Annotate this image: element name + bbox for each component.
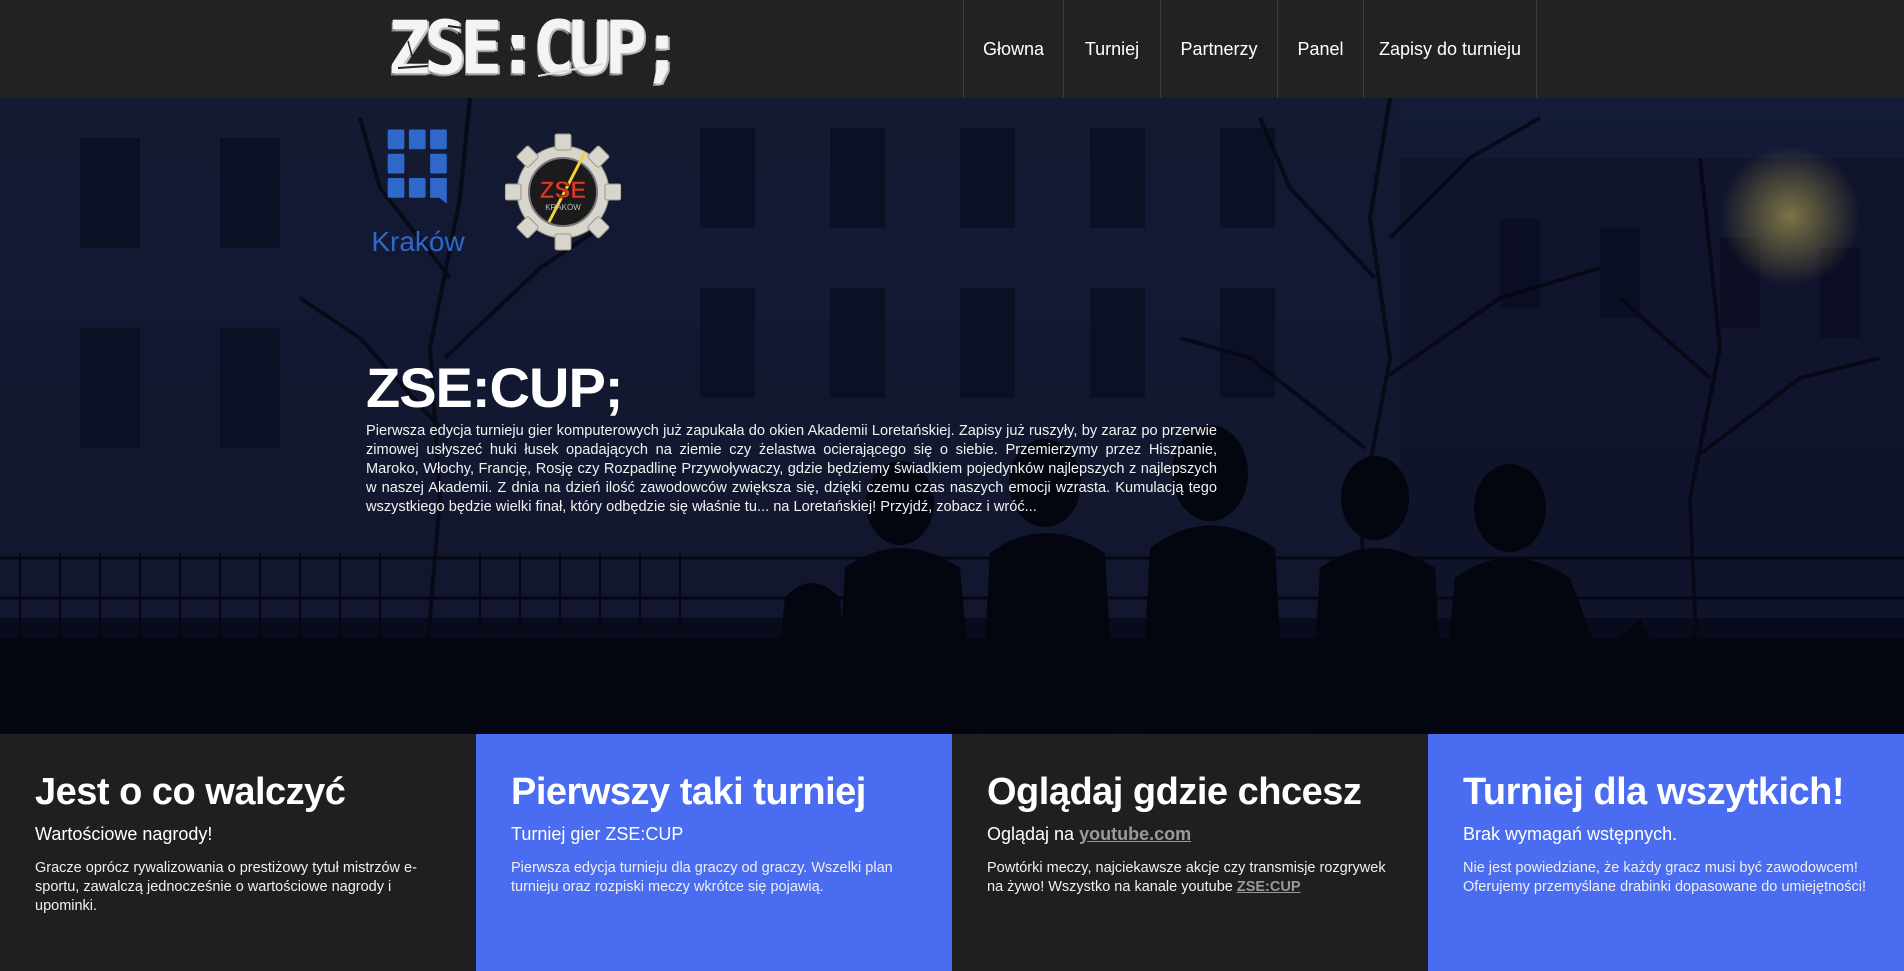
feature-title: Oglądaj gdzie chcesz <box>987 771 1362 813</box>
krakow-logo[interactable] <box>366 128 470 228</box>
nav-item-tournament[interactable]: Turniej <box>1063 0 1160 98</box>
feature-title: Pierwszy taki turniej <box>511 771 866 813</box>
top-navbar: ZSE:CUP; Głowna Turniej Partnerzy Panel … <box>0 0 1904 98</box>
hero-section: Kraków ZSE KRAKÓW ZSE:CUP; Pierwsza edyc… <box>0 98 1904 734</box>
feature-text-body: Powtórki meczy, najciekawsze akcje czy t… <box>987 859 1386 895</box>
feature-subtitle: Brak wymagań wstępnych. <box>1463 823 1678 844</box>
nav-item-partners[interactable]: Partnerzy <box>1160 0 1277 98</box>
feature-for-everyone: Turniej dla wszytkich! Brak wymagań wstę… <box>1428 734 1904 971</box>
feature-text: Gracze oprócz rywalizowania o prestiżowy… <box>35 859 417 914</box>
main-nav: Głowna Turniej Partnerzy Panel Zapisy do… <box>963 0 1537 98</box>
nav-label: Panel <box>1297 38 1344 59</box>
hero-background-image <box>0 98 1904 734</box>
feature-watch: Oglądaj gdzie chcesz Oglądaj na youtube.… <box>952 734 1428 971</box>
nav-label: Głowna <box>982 38 1045 59</box>
feature-prizes: Jest o co walczyć Wartościowe nagrody! G… <box>0 734 476 971</box>
nav-item-panel[interactable]: Panel <box>1277 0 1363 98</box>
nav-label: Partnerzy <box>1180 38 1258 59</box>
nav-item-signup[interactable]: Zapisy do turnieju <box>1363 0 1537 98</box>
feature-text: Nie jest powiedziane, że każdy gracz mus… <box>1463 859 1866 895</box>
hero-title: ZSE:CUP; <box>366 356 623 419</box>
nav-label: Zapisy do turnieju <box>1378 38 1522 59</box>
feature-title: Jest o co walczyć <box>35 771 346 813</box>
feature-subtitle: Turniej gier ZSE:CUP <box>511 823 684 844</box>
feature-text: Powtórki meczy, najciekawsze akcje czy t… <box>987 859 1397 897</box>
feature-first-tournament: Pierwszy taki turniej Turniej gier ZSE:C… <box>476 734 952 971</box>
zse-badge-subtext: KRAKÓW <box>545 203 581 212</box>
brand-scratch-texture <box>397 25 604 77</box>
feature-subtitle-prefix: Oglądaj na <box>987 823 1080 844</box>
features-row: Jest o co walczyć Wartościowe nagrody! G… <box>0 734 1904 971</box>
feature-subtitle: Wartościowe nagrody! <box>35 823 213 844</box>
brand-logo[interactable]: ZSE:CUP; <box>388 6 683 90</box>
nav-item-home[interactable]: Głowna <box>963 0 1063 98</box>
nav-label: Turniej <box>1084 38 1140 59</box>
feature-title: Turniej dla wszytkich! <box>1463 771 1845 813</box>
zse-school-badge[interactable]: ZSE KRAKÓW <box>505 128 621 256</box>
hero-description: Pierwsza edycja turnieju gier komputerow… <box>366 423 1217 515</box>
youtube-channel-link[interactable]: ZSE:CUP <box>1237 879 1301 895</box>
krakow-logo-label: Kraków <box>371 226 465 257</box>
youtube-link[interactable]: youtube.com <box>1079 824 1191 844</box>
feature-subtitle: Oglądaj na youtube.com <box>987 824 1428 845</box>
feature-text: Pierwsza edycja turnieju dla graczy od g… <box>511 859 893 895</box>
zse-badge-text: ZSE <box>540 177 587 204</box>
